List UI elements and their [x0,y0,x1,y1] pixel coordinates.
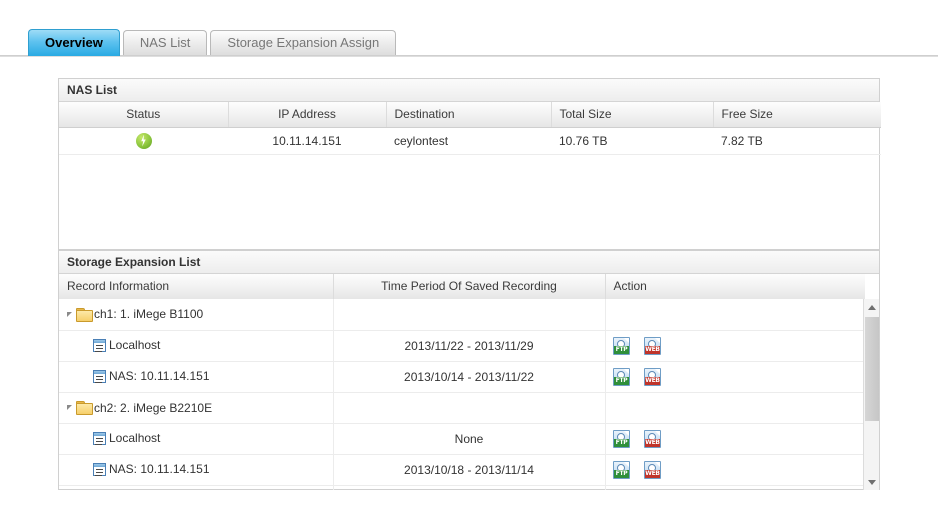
nas-list-table-body: Status IP Address Destination Total Size… [59,102,881,249]
web-button[interactable]: WEB [644,460,661,479]
cell-status [59,127,228,155]
record-label: Localhost [109,338,161,353]
column-divider [605,299,606,490]
tree-group-row[interactable]: ch1: 1. iMege B1100 [59,299,865,331]
cell-group-time-period [333,392,605,424]
record-label: Localhost [109,431,161,446]
cell-destination: ceylontest [386,127,551,155]
web-label: WEB [645,438,660,447]
tab-bar: Overview NAS List Storage Expansion Assi… [0,0,938,57]
web-label: WEB [645,376,660,385]
web-label: WEB [645,469,660,478]
web-label: WEB [645,345,660,354]
ftp-label: FTP [614,376,629,385]
cell-group-time-period [333,299,605,331]
cell-total-size: 10.76 TB [551,127,713,155]
storage-expansion-body-table: ch1: 1. iMege B1100 Localhost 2013/11/22… [59,299,865,486]
tree-child-row[interactable]: NAS: 10.11.14.151 2013/10/18 - 2013/11/1… [59,454,865,486]
tab-overview[interactable]: Overview [28,29,120,56]
cell-record-nas: NAS: 10.11.14.151 [59,454,333,486]
record-label: NAS: 10.11.14.151 [109,462,210,477]
nas-list-panel-title: NAS List [59,79,879,102]
nas-list-table: Status IP Address Destination Total Size… [59,102,881,155]
column-header-action[interactable]: Action [605,274,865,300]
nas-list-panel: NAS List Status IP Address Destination T… [58,78,881,250]
storage-expansion-rows: ch1: 1. iMege B1100 Localhost 2013/11/22… [59,299,865,490]
cell-record-localhost: Localhost [59,423,333,455]
record-doc-icon [93,338,106,352]
web-button[interactable]: WEB [644,336,661,355]
storage-expansion-list-panel: Storage Expansion List Record Informatio… [58,250,880,490]
vertical-scrollbar[interactable] [863,299,879,490]
cell-action: FTP WEB [605,454,865,486]
cell-time-period: 2013/10/14 - 2013/11/22 [333,361,605,393]
storage-expansion-grid: Record Information Time Period Of Saved … [59,274,879,490]
cell-record-localhost: Localhost [59,330,333,362]
ftp-button[interactable]: FTP [613,367,630,386]
tree-group-row[interactable]: ch2: 2. iMege B2210E [59,392,865,424]
cell-group-label-ch1[interactable]: ch1: 1. iMege B1100 [59,299,333,331]
storage-expansion-header-table: Record Information Time Period Of Saved … [59,274,865,300]
ftp-button[interactable]: FTP [613,429,630,448]
storage-expansion-header-row: Record Information Time Period Of Saved … [59,274,865,300]
cell-free-size: 7.82 TB [713,127,881,155]
web-button[interactable]: WEB [644,429,661,448]
group-label: ch1: 1. iMege B1100 [94,307,204,322]
cell-ip-address: 10.11.14.151 [228,127,386,155]
ftp-label: FTP [614,345,629,354]
tab-underline [0,55,938,57]
column-header-time-period[interactable]: Time Period Of Saved Recording [333,274,606,300]
tab-list: Overview NAS List Storage Expansion Assi… [28,29,399,56]
folder-icon [76,401,93,416]
tree-child-row[interactable]: NAS: 10.11.14.151 2013/10/14 - 2013/11/2… [59,361,865,393]
record-doc-icon [93,431,106,445]
ftp-button[interactable]: FTP [613,336,630,355]
group-label: ch2: 2. iMege B2210E [94,400,213,415]
tree-child-row[interactable]: Localhost None FTP WEB [59,423,865,455]
scrollbar-thumb[interactable] [865,317,879,421]
column-header-status[interactable]: Status [59,102,229,128]
column-header-destination[interactable]: Destination [386,102,552,128]
scroll-up-arrow-icon[interactable] [864,299,879,315]
cell-time-period: 2013/11/22 - 2013/11/29 [333,330,605,362]
scroll-down-arrow-icon[interactable] [864,474,879,490]
tree-child-row[interactable]: Localhost 2013/11/22 - 2013/11/29 FTP WE… [59,330,865,362]
record-doc-icon [93,462,106,476]
cell-time-period: None [333,423,605,455]
ftp-label: FTP [614,469,629,478]
column-header-ip-address[interactable]: IP Address [228,102,387,128]
nas-list-header-row: Status IP Address Destination Total Size… [59,102,881,128]
record-label: NAS: 10.11.14.151 [109,369,210,384]
tab-nas-list[interactable]: NAS List [122,30,208,56]
cell-action: FTP WEB [605,361,865,393]
cell-record-nas: NAS: 10.11.14.151 [59,361,333,393]
cell-group-action [605,392,865,424]
collapse-triangle-icon[interactable] [67,404,72,410]
folder-icon [76,308,93,323]
record-doc-icon [93,369,106,383]
collapse-triangle-icon[interactable] [67,311,72,317]
cell-time-period: 2013/10/18 - 2013/11/14 [333,454,605,486]
cell-action: FTP WEB [605,423,865,455]
cell-group-action [605,299,865,331]
ftp-label: FTP [614,438,629,447]
column-header-record-information[interactable]: Record Information [59,274,334,300]
storage-expansion-panel-title: Storage Expansion List [59,251,879,274]
cell-action: FTP WEB [605,330,865,362]
web-button[interactable]: WEB [644,367,661,386]
power-status-icon [135,132,152,149]
table-row[interactable]: 10.11.14.151 ceylontest 10.76 TB 7.82 TB [59,127,881,155]
column-divider [333,299,334,490]
ftp-button[interactable]: FTP [613,460,630,479]
tab-storage-expansion-assign[interactable]: Storage Expansion Assign [210,30,397,56]
cell-group-label-ch2[interactable]: ch2: 2. iMege B2210E [59,392,333,424]
column-header-free-size[interactable]: Free Size [713,102,881,128]
column-header-total-size[interactable]: Total Size [551,102,714,128]
